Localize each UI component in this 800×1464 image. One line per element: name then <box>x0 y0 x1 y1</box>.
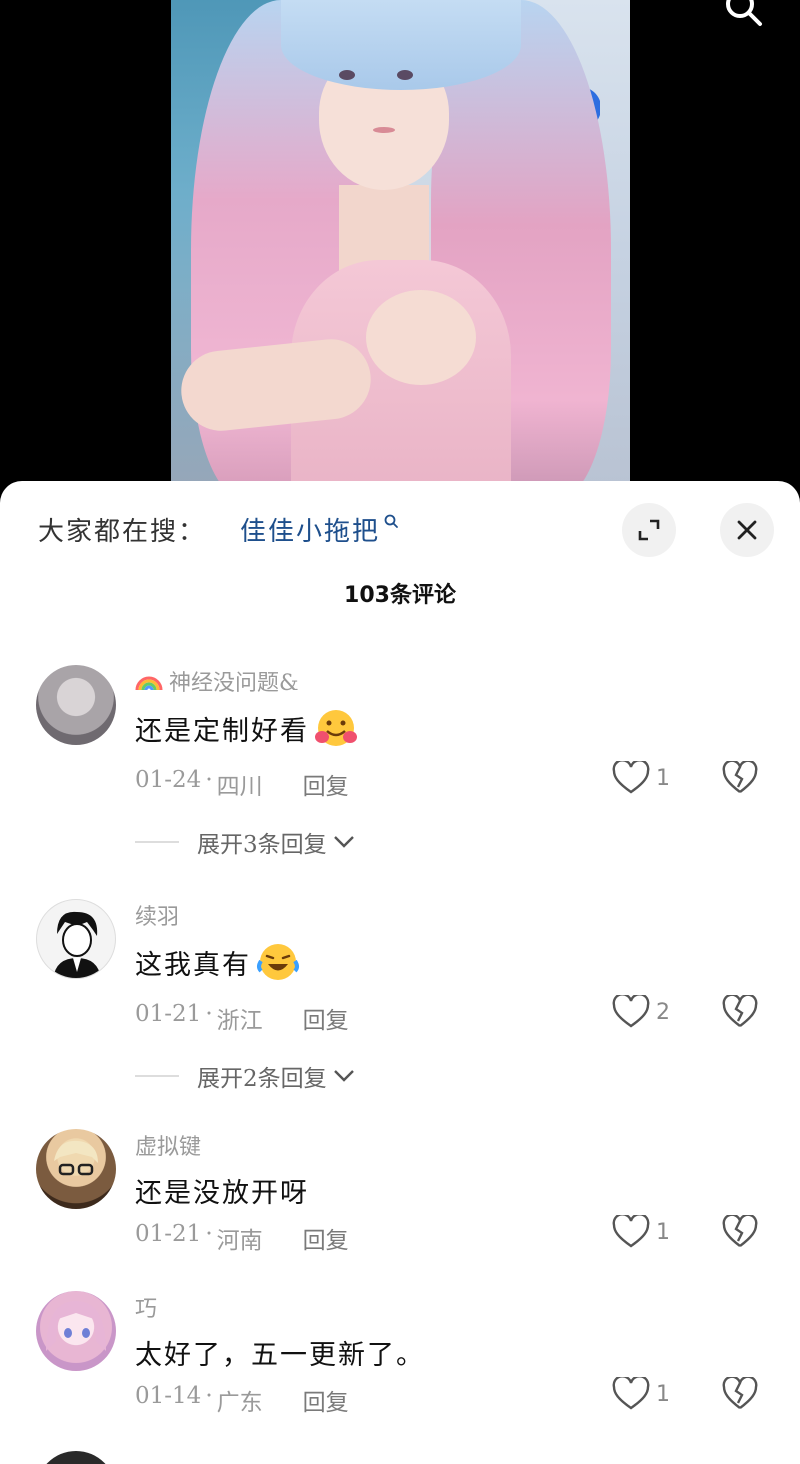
expand-replies-button[interactable]: 展开3条回复 <box>135 825 355 859</box>
comment-meta: 01-21 · 河南 回复 <box>135 1221 349 1255</box>
comment-location: 浙江 <box>216 1008 263 1034</box>
broken-heart-icon <box>722 993 758 1027</box>
broken-heart-icon <box>722 1375 758 1409</box>
video-player[interactable] <box>0 0 800 500</box>
chevron-down-icon <box>333 1070 354 1082</box>
rainbow-icon <box>135 676 163 691</box>
reply-button[interactable]: 回复 <box>303 1383 349 1417</box>
like-button[interactable]: 1 <box>612 1377 670 1411</box>
username-text[interactable]: 巧 <box>135 1291 157 1323</box>
hug-emoji-icon <box>315 710 357 746</box>
broken-heart-icon <box>722 1213 758 1247</box>
comment-location: 广东 <box>216 1390 263 1416</box>
comment-username[interactable]: 虚拟键 <box>135 1129 201 1161</box>
comment-text: 太好了，五一更新了。 <box>135 1333 425 1372</box>
hot-search-prefix: 大家都在搜： <box>38 517 207 547</box>
comment-date: 01-21 <box>135 1001 202 1027</box>
comment-text: 还是定制好看 <box>135 707 359 749</box>
comment-username[interactable]: 续羽 <box>135 899 179 931</box>
dislike-button[interactable] <box>722 1213 758 1253</box>
expand-button[interactable] <box>622 503 676 557</box>
comment-meta: 01-21 · 浙江 回复 <box>135 1001 349 1035</box>
close-button[interactable] <box>720 503 774 557</box>
comment-text: 这我真有 <box>135 941 301 983</box>
broken-heart-icon <box>722 759 758 793</box>
like-count: 1 <box>656 1381 670 1407</box>
search-icon <box>384 514 398 528</box>
heart-icon <box>612 761 650 794</box>
like-count: 2 <box>656 999 670 1025</box>
close-icon <box>737 520 757 540</box>
heart-icon <box>612 1377 650 1410</box>
laughing-emoji-icon <box>257 944 299 980</box>
search-icon[interactable] <box>722 0 764 32</box>
comment-text-content: 还是没放开呀 <box>135 1178 309 1209</box>
comments-header: 大家都在搜： 佳佳小拖把 <box>0 481 800 581</box>
dislike-button[interactable] <box>722 993 758 1033</box>
reply-button[interactable]: 回复 <box>303 767 349 801</box>
dislike-button[interactable] <box>722 759 758 799</box>
comment-date: 01-14 <box>135 1383 202 1409</box>
comment-username[interactable]: 神经没问题& <box>135 665 299 697</box>
like-count: 1 <box>656 765 670 791</box>
username-text[interactable]: 虚拟键 <box>135 1129 201 1161</box>
comment-username[interactable]: 巧 <box>135 1291 157 1323</box>
reply-button[interactable]: 回复 <box>303 1001 349 1035</box>
expand-icon <box>638 519 660 541</box>
comment-text: 还是没放开呀 <box>135 1171 309 1210</box>
avatar[interactable] <box>36 899 116 979</box>
comment-meta: 01-24 · 四川 回复 <box>135 767 349 801</box>
like-count: 1 <box>656 1219 670 1245</box>
avatar[interactable] <box>36 1129 116 1209</box>
hot-search-keyword-text[interactable]: 佳佳小拖把 <box>240 511 380 548</box>
avatar[interactable] <box>36 1451 116 1464</box>
expand-replies-button[interactable]: 展开2条回复 <box>135 1059 355 1093</box>
expand-replies-text[interactable]: 展开3条回复 <box>197 825 327 859</box>
comment-count-title: 103条评论 <box>344 583 456 608</box>
comment-text-content: 还是定制好看 <box>135 715 309 747</box>
avatar[interactable] <box>36 665 116 745</box>
avatar[interactable] <box>36 1291 116 1371</box>
username-text[interactable]: 续羽 <box>135 899 179 931</box>
username-text[interactable]: 神经没问题& <box>169 665 299 697</box>
comments-panel: 大家都在搜： 佳佳小拖把 103条评论 神经没问题& 还是定制好看 01-24 … <box>0 481 800 1464</box>
heart-icon <box>612 1215 650 1248</box>
heart-icon <box>612 995 650 1028</box>
hot-search-keyword[interactable]: 佳佳小拖把 <box>240 511 399 548</box>
comment-date: 01-21 <box>135 1221 202 1247</box>
like-button[interactable]: 1 <box>612 1215 670 1249</box>
comment-text-content: 太好了，五一更新了。 <box>135 1340 425 1371</box>
video-frame[interactable] <box>171 0 630 500</box>
comment-location: 四川 <box>216 774 263 800</box>
comment-text-content: 这我真有 <box>135 949 251 981</box>
comment-date: 01-24 <box>135 767 202 793</box>
comment-location: 河南 <box>216 1228 263 1254</box>
like-button[interactable]: 2 <box>612 995 670 1029</box>
expand-replies-text[interactable]: 展开2条回复 <box>197 1059 327 1093</box>
like-button[interactable]: 1 <box>612 761 670 795</box>
comment-meta: 01-14 · 广东 回复 <box>135 1383 349 1417</box>
chevron-down-icon <box>333 836 354 848</box>
dislike-button[interactable] <box>722 1375 758 1415</box>
reply-button[interactable]: 回复 <box>303 1221 349 1255</box>
